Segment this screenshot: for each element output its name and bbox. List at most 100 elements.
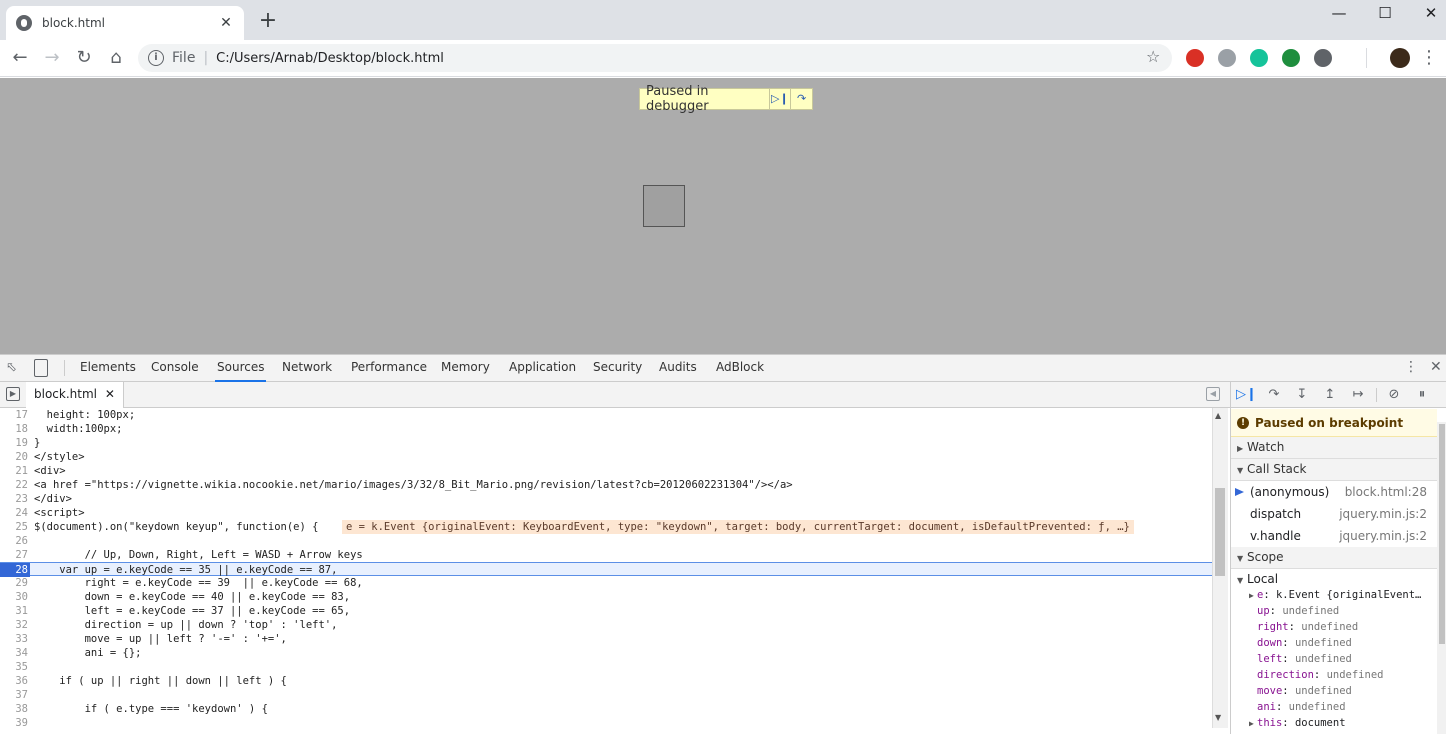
close-file-icon[interactable]: ✕ <box>105 387 115 401</box>
line-number[interactable]: 22 <box>0 478 28 492</box>
line-number[interactable]: 30 <box>0 590 28 604</box>
scope-variable[interactable]: direction: undefined <box>1231 667 1437 683</box>
devtools-tab-adblock[interactable]: AdBlock <box>714 354 766 382</box>
line-number[interactable]: 25 <box>0 520 28 534</box>
code-line[interactable]: 34 ani = {}; <box>0 646 1212 660</box>
devtools-tab-audits[interactable]: Audits <box>657 354 699 382</box>
line-number[interactable]: 31 <box>0 604 28 618</box>
scope-variable[interactable]: left: undefined <box>1231 651 1437 667</box>
code-line[interactable]: 37 <box>0 688 1212 702</box>
devtools-tab-performance[interactable]: Performance <box>349 354 429 382</box>
code-line[interactable]: 38 if ( e.type === 'keydown' ) { <box>0 702 1212 716</box>
code-line[interactable]: 22 <a href ="https://vignette.wikia.nocoo… <box>0 478 1212 492</box>
step-over-button[interactable]: ↷ <box>1264 386 1284 404</box>
forward-button[interactable]: → <box>40 46 64 70</box>
code-line[interactable]: 23 </div> <box>0 492 1212 506</box>
scroll-down-icon[interactable]: ▼ <box>1215 713 1221 722</box>
devtools-tab-application[interactable]: Application <box>507 354 578 382</box>
green-extension-icon[interactable] <box>1282 49 1300 67</box>
code-line[interactable]: 19} <box>0 436 1212 450</box>
code-line[interactable]: 20 </style> <box>0 450 1212 464</box>
code-line[interactable]: 32 direction = up || down ? 'top' : 'lef… <box>0 618 1212 632</box>
info-icon[interactable]: i <box>148 50 164 66</box>
code-line[interactable]: 33 move = up || left ? '-=' : '+=', <box>0 632 1212 646</box>
code-line[interactable]: 36 if ( up || right || down || left ) { <box>0 674 1212 688</box>
avatar[interactable] <box>1390 48 1410 68</box>
extension-icon[interactable] <box>1218 49 1236 67</box>
maximize-button[interactable]: ☐ <box>1362 0 1408 28</box>
devtools-tab-console[interactable]: Console <box>149 354 201 382</box>
devtools-tab-elements[interactable]: Elements <box>78 354 138 382</box>
local-scope-header[interactable]: ▼ Local <box>1231 571 1437 587</box>
step-over-icon[interactable]: ↷ <box>790 89 812 109</box>
watch-section-header[interactable]: ▶ Watch <box>1231 437 1437 459</box>
code-line[interactable]: 25 $(document).on("keydown keyup", functi… <box>0 520 1212 534</box>
menu-icon[interactable]: ⋮ <box>1420 46 1438 70</box>
step-button[interactable]: ↦ <box>1348 386 1368 404</box>
scope-variable[interactable]: ▶ e: k.Event {originalEvent… <box>1231 587 1437 603</box>
home-button[interactable]: ⌂ <box>104 46 128 70</box>
line-number[interactable]: 27 <box>0 548 28 562</box>
frame-location[interactable]: block.html:28 <box>1345 481 1427 503</box>
devtools-tab-memory[interactable]: Memory <box>439 354 492 382</box>
line-number[interactable]: 35 <box>0 660 28 674</box>
frame-location[interactable]: jquery.min.js:2 <box>1339 503 1427 525</box>
code-line[interactable]: 30 down = e.keyCode == 40 || e.keyCode =… <box>0 590 1212 604</box>
code-line[interactable]: 21 <div> <box>0 464 1212 478</box>
adblock-extension-icon[interactable] <box>1186 49 1204 67</box>
resume-icon[interactable]: ▷❙ <box>768 89 791 109</box>
device-toolbar-icon[interactable] <box>34 359 48 377</box>
line-number[interactable]: 36 <box>0 674 28 688</box>
address-bar[interactable]: i File | C:/Users/Arnab/Desktop/block.ht… <box>138 44 1172 72</box>
scope-section-header[interactable]: ▼ Scope <box>1231 547 1437 569</box>
devtools-tab-sources[interactable]: Sources <box>215 354 267 382</box>
line-number[interactable]: 39 <box>0 716 28 728</box>
line-number[interactable]: 34 <box>0 646 28 660</box>
line-number[interactable]: 37 <box>0 688 28 702</box>
scope-variable[interactable]: ▶ this: document <box>1231 715 1437 731</box>
line-number[interactable]: 21 <box>0 464 28 478</box>
close-window-button[interactable]: ✕ <box>1408 0 1446 28</box>
scope-variable[interactable]: up: undefined <box>1231 603 1437 619</box>
call-stack-section-header[interactable]: ▼ Call Stack <box>1231 459 1437 481</box>
inspect-element-icon[interactable]: ⬁ <box>6 360 22 376</box>
scope-variable[interactable]: right: undefined <box>1231 619 1437 635</box>
code-line[interactable]: 31 left = e.keyCode == 37 || e.keyCode =… <box>0 604 1212 618</box>
new-tab-button[interactable]: + <box>256 10 280 34</box>
line-number[interactable]: 28 <box>0 563 30 577</box>
line-number[interactable]: 26 <box>0 534 28 548</box>
line-number[interactable]: 18 <box>0 422 28 436</box>
file-tab[interactable]: block.html ✕ <box>26 382 124 408</box>
code-line[interactable]: 29 right = e.keyCode == 39 || e.keyCode … <box>0 576 1212 590</box>
call-frame[interactable]: (anonymous) block.html:28 <box>1231 481 1437 503</box>
bookmark-star-icon[interactable]: ☆ <box>1146 48 1164 66</box>
navigator-toggle-icon[interactable]: ▶ <box>6 387 20 401</box>
code-line[interactable]: 28 var up = e.keyCode == 35 || e.keyCode… <box>0 562 1212 577</box>
devtools-tab-network[interactable]: Network <box>280 354 334 382</box>
step-into-button[interactable]: ↧ <box>1292 386 1312 404</box>
wordpress-extension-icon[interactable] <box>1314 49 1332 67</box>
step-out-button[interactable]: ↥ <box>1320 386 1340 404</box>
browser-tab[interactable]: block.html ✕ <box>6 6 244 40</box>
code-line[interactable]: 24 <script> <box>0 506 1212 520</box>
code-line[interactable]: 35 <box>0 660 1212 674</box>
frame-location[interactable]: jquery.min.js:2 <box>1339 525 1427 547</box>
back-button[interactable]: ← <box>8 46 32 70</box>
scroll-up-icon[interactable]: ▲ <box>1215 411 1221 420</box>
line-number[interactable]: 38 <box>0 702 28 716</box>
deactivate-breakpoints-button[interactable]: ⊘ <box>1384 386 1404 404</box>
sidebar-scroll-thumb[interactable] <box>1439 424 1445 644</box>
code-line[interactable]: 18 width:100px; <box>0 422 1212 436</box>
reload-button[interactable]: ↻ <box>72 46 96 70</box>
line-number[interactable]: 20 <box>0 450 28 464</box>
devtools-tab-security[interactable]: Security <box>591 354 644 382</box>
code-line[interactable]: 27 // Up, Down, Right, Left = WASD + Arr… <box>0 548 1212 562</box>
debugger-sidebar-toggle-icon[interactable]: ◀ <box>1206 387 1220 401</box>
grammarly-extension-icon[interactable] <box>1250 49 1268 67</box>
close-devtools-icon[interactable]: ✕ <box>1430 359 1444 377</box>
scope-variable[interactable]: move: undefined <box>1231 683 1437 699</box>
line-number[interactable]: 17 <box>0 408 28 422</box>
close-tab-icon[interactable]: ✕ <box>218 15 234 31</box>
line-number[interactable]: 29 <box>0 576 28 590</box>
code-line[interactable]: 17 height: 100px; <box>0 408 1212 422</box>
